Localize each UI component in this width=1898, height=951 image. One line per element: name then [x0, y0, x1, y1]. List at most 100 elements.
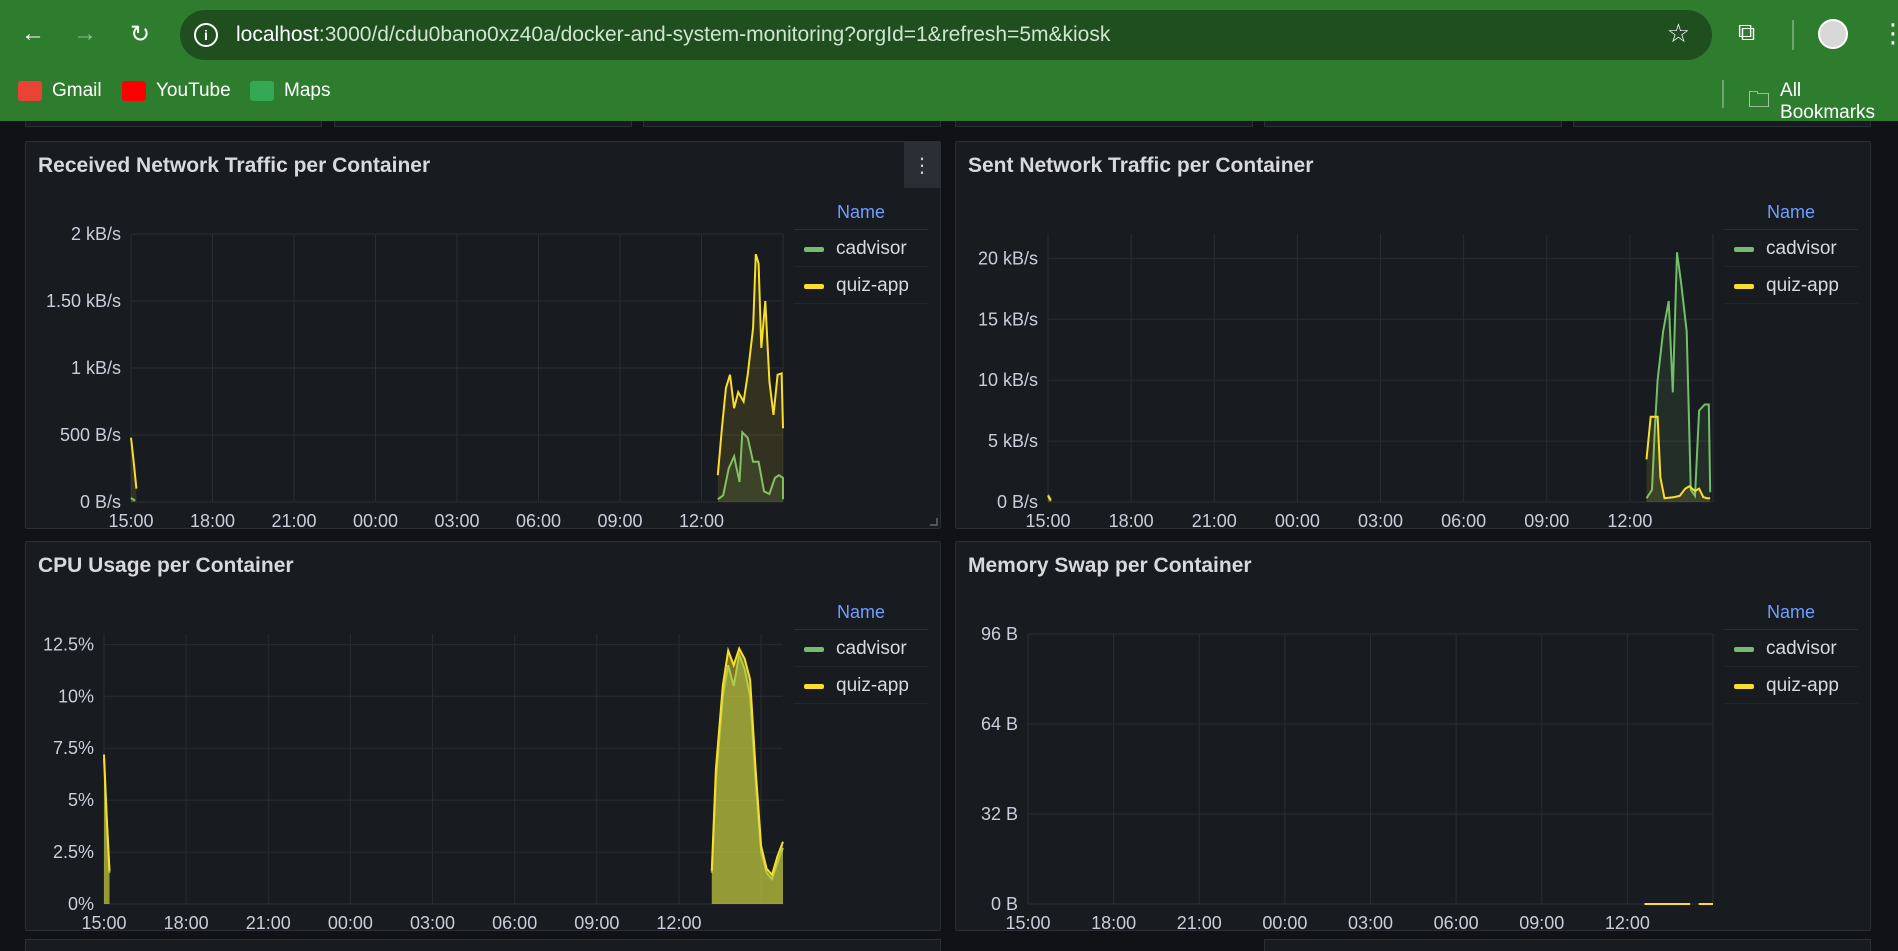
panel-stub — [1264, 121, 1562, 127]
x-tick-label: 03:00 — [1358, 511, 1403, 530]
panel-stub — [643, 121, 941, 127]
gmail-icon — [18, 81, 42, 101]
y-tick-label: 0% — [68, 894, 94, 914]
panel-stub — [25, 939, 941, 951]
chart-legend: Name cadvisor quiz-app — [1724, 202, 1858, 304]
x-tick-label: 21:00 — [271, 511, 316, 530]
panel-cpu-usage[interactable]: CPU Usage per Container 15:00 18:00 21:00 0… — [25, 541, 941, 932]
maps-icon — [250, 81, 274, 101]
legend-label: quiz-app — [1766, 675, 1839, 696]
x-tick-label: 12:00 — [1607, 511, 1652, 530]
legend-header[interactable]: Name — [794, 202, 928, 230]
y-tick-label: 2 kB/s — [71, 224, 121, 244]
x-tick-label: 12:00 — [679, 511, 724, 530]
y-tick-label: 5% — [68, 790, 94, 810]
series-swatch — [804, 283, 824, 289]
x-tick-label: 21:00 — [1192, 511, 1237, 530]
legend-item-quiz-app[interactable]: quiz-app — [794, 267, 928, 304]
series-swatch — [1734, 646, 1754, 652]
x-tick-label: 09:00 — [1519, 913, 1564, 932]
back-icon[interactable]: ← — [18, 19, 48, 49]
all-bookmarks-label: All Bookmarks — [1780, 80, 1876, 123]
y-tick-label: 10 kB/s — [978, 370, 1038, 390]
legend-item-quiz-app[interactable]: quiz-app — [1724, 667, 1858, 704]
browser-toolbar: ← → ↻ i localhost:3000/d/cdu0bano0xz40a/… — [0, 0, 1898, 123]
bookmark-maps[interactable]: Maps — [250, 80, 330, 102]
x-tick-label: 06:00 — [492, 913, 537, 932]
x-tick-label: 06:00 — [1441, 511, 1486, 530]
legend-header[interactable]: Name — [1724, 602, 1858, 630]
x-tick-label: 00:00 — [1262, 913, 1307, 932]
all-bookmarks[interactable]: 🗀 All Bookmarks — [1748, 80, 1898, 124]
legend-item-cadvisor[interactable]: cadvisor — [1724, 230, 1858, 267]
legend-label: cadvisor — [836, 238, 907, 259]
legend-header[interactable]: Name — [1724, 202, 1858, 230]
legend-header[interactable]: Name — [794, 602, 928, 630]
x-tick-label: 09:00 — [597, 511, 642, 530]
legend-item-quiz-app[interactable]: quiz-app — [1724, 267, 1858, 304]
x-tick-label: 12:00 — [1605, 913, 1650, 932]
reload-icon[interactable]: ↻ — [125, 19, 155, 49]
legend-label: quiz-app — [836, 275, 909, 296]
y-tick-label: 0 B/s — [997, 492, 1038, 512]
received-network-chart: 15:00 18:00 21:00 00:00 03:00 06:00 09:00 12:00… — [46, 224, 784, 530]
legend-label: cadvisor — [1766, 238, 1837, 259]
x-tick-label: 18:00 — [1091, 913, 1136, 932]
memory-swap-chart: 15:00 18:00 21:00 00:00 03:00 06:00 09:00 12:00… — [981, 624, 1714, 932]
bookmark-label: Maps — [284, 80, 331, 101]
y-tick-label: 7.5% — [53, 738, 94, 758]
cpu-usage-chart: 15:00 18:00 21:00 00:00 03:00 06:00 09:00 12:00… — [43, 634, 784, 932]
x-tick-label: 18:00 — [164, 913, 209, 932]
y-tick-label: 12.5% — [43, 634, 94, 654]
bookmark-label: Gmail — [52, 80, 102, 101]
panel-sent-network[interactable]: Sent Network Traffic per Container 15:00… — [955, 141, 1871, 530]
series-swatch — [804, 646, 824, 652]
x-tick-label: 15:00 — [1005, 913, 1050, 932]
forward-icon[interactable]: → — [70, 19, 100, 49]
y-tick-label: 0 B/s — [80, 492, 121, 512]
address-bar[interactable]: i localhost:3000/d/cdu0bano0xz40a/docker… — [180, 10, 1712, 60]
panel-memory-swap[interactable]: Memory Swap per Container 15:00 18:00 21:0… — [955, 541, 1871, 932]
browser-menu-icon[interactable]: ⋮ — [1880, 18, 1898, 49]
resize-handle[interactable] — [930, 518, 938, 526]
bookmark-gmail[interactable]: Gmail — [18, 80, 102, 102]
chart-legend: Name cadvisor quiz-app — [794, 602, 928, 704]
legend-label: quiz-app — [1766, 275, 1839, 296]
extensions-icon[interactable]: ⧉ — [1738, 19, 1755, 47]
legend-item-cadvisor[interactable]: cadvisor — [1724, 630, 1858, 667]
y-tick-label: 500 B/s — [60, 425, 121, 445]
legend-item-cadvisor[interactable]: cadvisor — [794, 230, 928, 267]
series-swatch — [804, 246, 824, 252]
site-info-icon[interactable]: i — [194, 23, 218, 47]
y-tick-label: 2.5% — [53, 842, 94, 862]
url-path: :3000/d/cdu0bano0xz40a/docker-and-system… — [318, 23, 1111, 46]
chart-legend: Name cadvisor quiz-app — [794, 202, 928, 304]
x-tick-label: 21:00 — [1177, 913, 1222, 932]
x-tick-label: 09:00 — [574, 913, 619, 932]
bookmark-star-icon[interactable]: ☆ — [1667, 18, 1690, 49]
panel-stub — [1573, 121, 1871, 127]
y-tick-label: 96 B — [981, 624, 1018, 644]
profile-avatar[interactable] — [1818, 19, 1848, 49]
series-fill-quiz-app — [717, 254, 783, 502]
panel-stub — [25, 121, 322, 127]
y-tick-label: 0 B — [991, 894, 1018, 914]
panel-received-network[interactable]: Received Network Traffic per Container ⋮… — [25, 141, 941, 530]
bookmarks-bar: Gmail YouTube Maps 🗀 All Bookmarks — [0, 70, 1898, 123]
url-text[interactable]: localhost:3000/d/cdu0bano0xz40a/docker-a… — [236, 23, 1110, 47]
legend-item-cadvisor[interactable]: cadvisor — [794, 630, 928, 667]
x-tick-label: 06:00 — [1434, 913, 1479, 932]
legend-label: cadvisor — [836, 638, 907, 659]
bookmark-label: YouTube — [156, 80, 231, 101]
y-tick-label: 10% — [58, 686, 94, 706]
x-tick-label: 09:00 — [1524, 511, 1569, 530]
x-tick-label: 03:00 — [410, 913, 455, 932]
x-tick-label: 00:00 — [1275, 511, 1320, 530]
x-tick-label: 18:00 — [1109, 511, 1154, 530]
x-tick-label: 00:00 — [328, 913, 373, 932]
y-tick-label: 32 B — [981, 804, 1018, 824]
bookmark-youtube[interactable]: YouTube — [122, 80, 231, 102]
legend-item-quiz-app[interactable]: quiz-app — [794, 667, 928, 704]
youtube-icon — [122, 81, 146, 101]
series-swatch — [1734, 283, 1754, 289]
